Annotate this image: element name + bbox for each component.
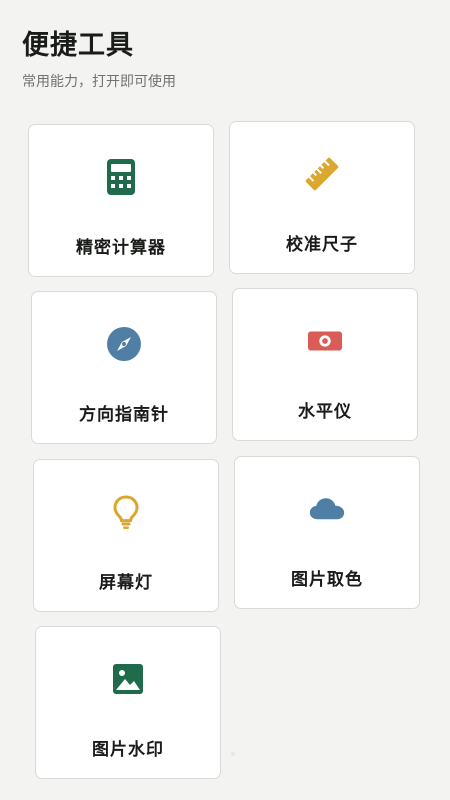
tool-card-image-watermark[interactable]: 图片水印 bbox=[35, 626, 221, 779]
cloud-icon bbox=[309, 491, 345, 527]
page-subtitle: 常用能力，打开即可使用 bbox=[22, 74, 176, 90]
tool-card-label: 屏幕灯 bbox=[99, 573, 153, 593]
compass-icon bbox=[106, 326, 142, 362]
tool-card-ruler[interactable]: 校准尺子 bbox=[229, 121, 415, 274]
tool-card-label: 方向指南针 bbox=[79, 405, 169, 425]
page-title: 便捷工具 bbox=[22, 30, 134, 61]
tool-card-label: 图片水印 bbox=[92, 740, 164, 760]
calculator-icon bbox=[103, 159, 139, 195]
level-icon bbox=[307, 323, 343, 359]
tool-card-label: 精密计算器 bbox=[76, 238, 166, 258]
tool-card-compass[interactable]: 方向指南针 bbox=[31, 291, 217, 444]
tool-card-calculator[interactable]: 精密计算器 bbox=[28, 124, 214, 277]
tool-card-label: 校准尺子 bbox=[286, 235, 358, 255]
tool-card-label: 图片取色 bbox=[291, 570, 363, 590]
page-header: 便捷工具 常用能力，打开即可使用 bbox=[22, 28, 176, 92]
tool-card-level[interactable]: 水平仪 bbox=[232, 288, 418, 441]
image-icon bbox=[110, 661, 146, 697]
lightbulb-icon bbox=[108, 494, 144, 530]
ruler-icon bbox=[304, 156, 340, 192]
decorative-dot bbox=[231, 752, 235, 756]
tool-card-color-picker[interactable]: 图片取色 bbox=[234, 456, 420, 609]
tool-card-screen-light[interactable]: 屏幕灯 bbox=[33, 459, 219, 612]
tool-card-label: 水平仪 bbox=[298, 402, 352, 422]
